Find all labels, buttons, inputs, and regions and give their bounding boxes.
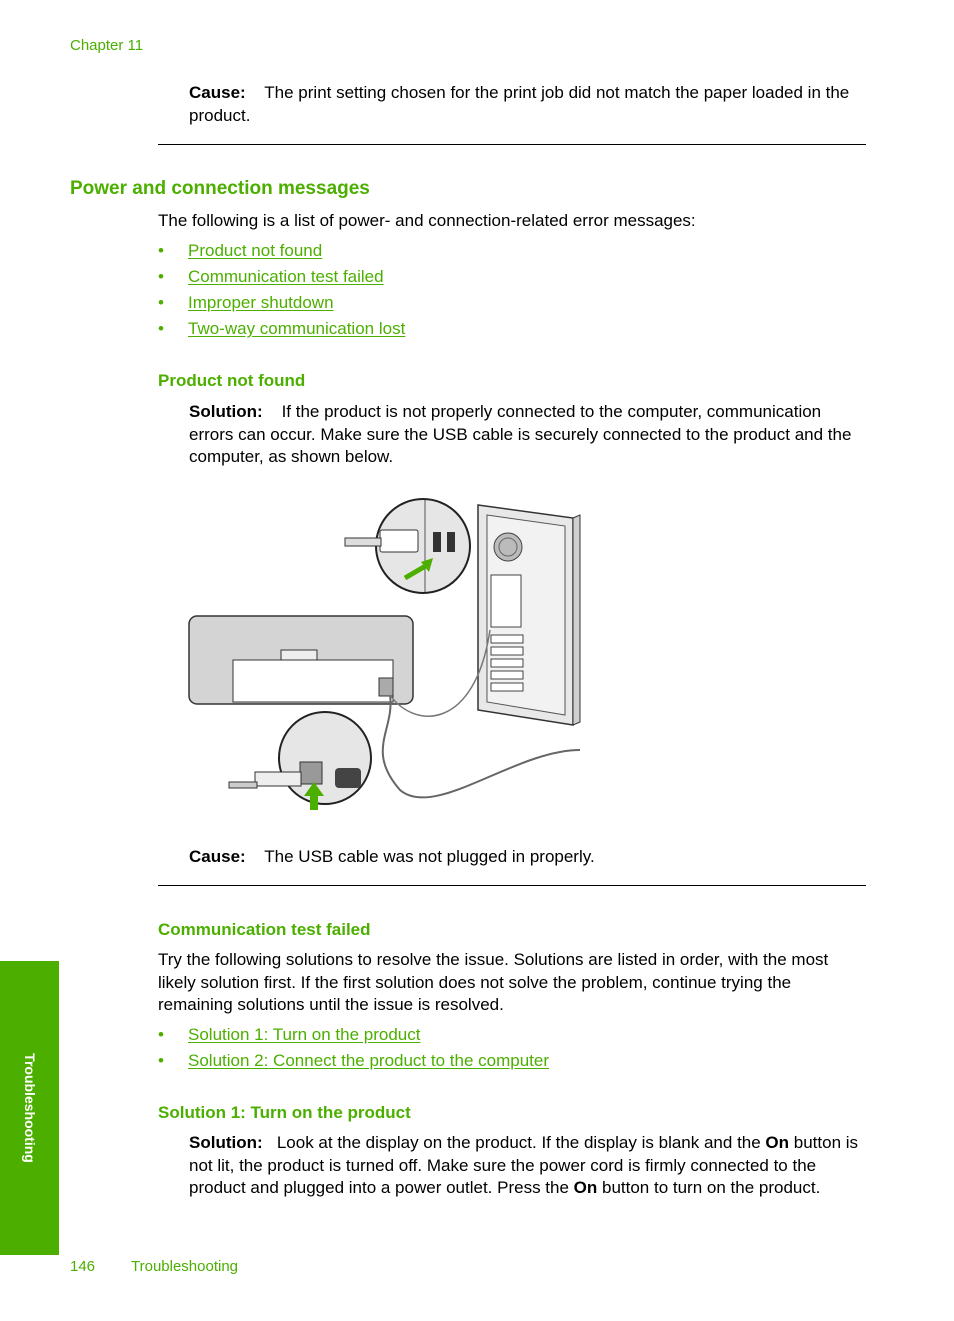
- cause-text: The print setting chosen for the print j…: [189, 83, 850, 125]
- cause-label: Cause:: [189, 847, 246, 866]
- computer-tower-icon: [477, 504, 581, 726]
- subsection-title-communication-test-failed: Communication test failed: [158, 920, 371, 939]
- divider: [158, 144, 866, 145]
- chapter-header: Chapter 11: [70, 37, 144, 54]
- top-cause: Cause: The print setting chosen for the …: [189, 82, 869, 127]
- chapter-tab: Troubleshooting: [0, 961, 59, 1255]
- subsection-title-solution-1: Solution 1: Turn on the product: [158, 1103, 411, 1122]
- on-button-name: On: [765, 1133, 790, 1152]
- section-title: Power and connection messages: [70, 178, 370, 199]
- solution-text: button to turn on the product.: [597, 1178, 821, 1197]
- page-number: 146: [70, 1258, 96, 1275]
- list-item: • Product not found: [158, 241, 323, 261]
- solution-label: Solution:: [189, 402, 263, 421]
- link-solution-2[interactable]: Solution 2: Connect the product to the c…: [188, 1051, 549, 1071]
- link-two-way-communication-lost[interactable]: Two-way communication lost: [188, 319, 405, 339]
- divider: [158, 885, 866, 886]
- solution-1-text: Solution: Look at the display on the pro…: [189, 1132, 869, 1200]
- computer-usb-callout: [344, 498, 471, 594]
- list-item: • Solution 1: Turn on the product: [158, 1025, 421, 1045]
- error-message-list: • Product not found • Communication test f…: [158, 241, 405, 345]
- solution-text: If the product is not properly connected…: [189, 402, 852, 466]
- printer-icon: [188, 615, 414, 705]
- communication-test-intro: Try the following solutions to resolve t…: [158, 950, 829, 1014]
- footer-section: Troubleshooting: [131, 1258, 239, 1275]
- product-not-found-cause: Cause: The USB cable was not plugged in …: [189, 846, 869, 869]
- list-item: • Two-way communication lost: [158, 319, 406, 339]
- usb-connection-illustration: [188, 498, 581, 810]
- link-solution-1[interactable]: Solution 1: Turn on the product: [188, 1025, 421, 1045]
- solution-list: • Solution 1: Turn on the product • Soluti…: [158, 1025, 549, 1077]
- list-item: • Communication test failed: [158, 267, 384, 287]
- link-product-not-found[interactable]: Product not found: [188, 241, 322, 261]
- section-intro: The following is a list of power- and co…: [158, 211, 696, 230]
- cause-label: Cause:: [189, 83, 246, 102]
- printer-usb-callout: [228, 711, 372, 810]
- solution-text: Look at the display on the product. If t…: [276, 1133, 766, 1152]
- link-communication-test-failed[interactable]: Communication test failed: [188, 267, 384, 287]
- list-item: • Improper shutdown: [158, 293, 334, 313]
- list-item: • Solution 2: Connect the product to the …: [158, 1051, 550, 1071]
- chapter-tab-label: Troubleshooting: [22, 1053, 38, 1163]
- product-not-found-solution: Solution: If the product is not properly…: [189, 401, 869, 469]
- on-button-name: On: [573, 1178, 598, 1197]
- subsection-title-product-not-found: Product not found: [158, 371, 306, 390]
- cause-text: The USB cable was not plugged in properl…: [264, 847, 595, 866]
- link-improper-shutdown[interactable]: Improper shutdown: [188, 293, 334, 313]
- solution-label: Solution:: [189, 1133, 263, 1152]
